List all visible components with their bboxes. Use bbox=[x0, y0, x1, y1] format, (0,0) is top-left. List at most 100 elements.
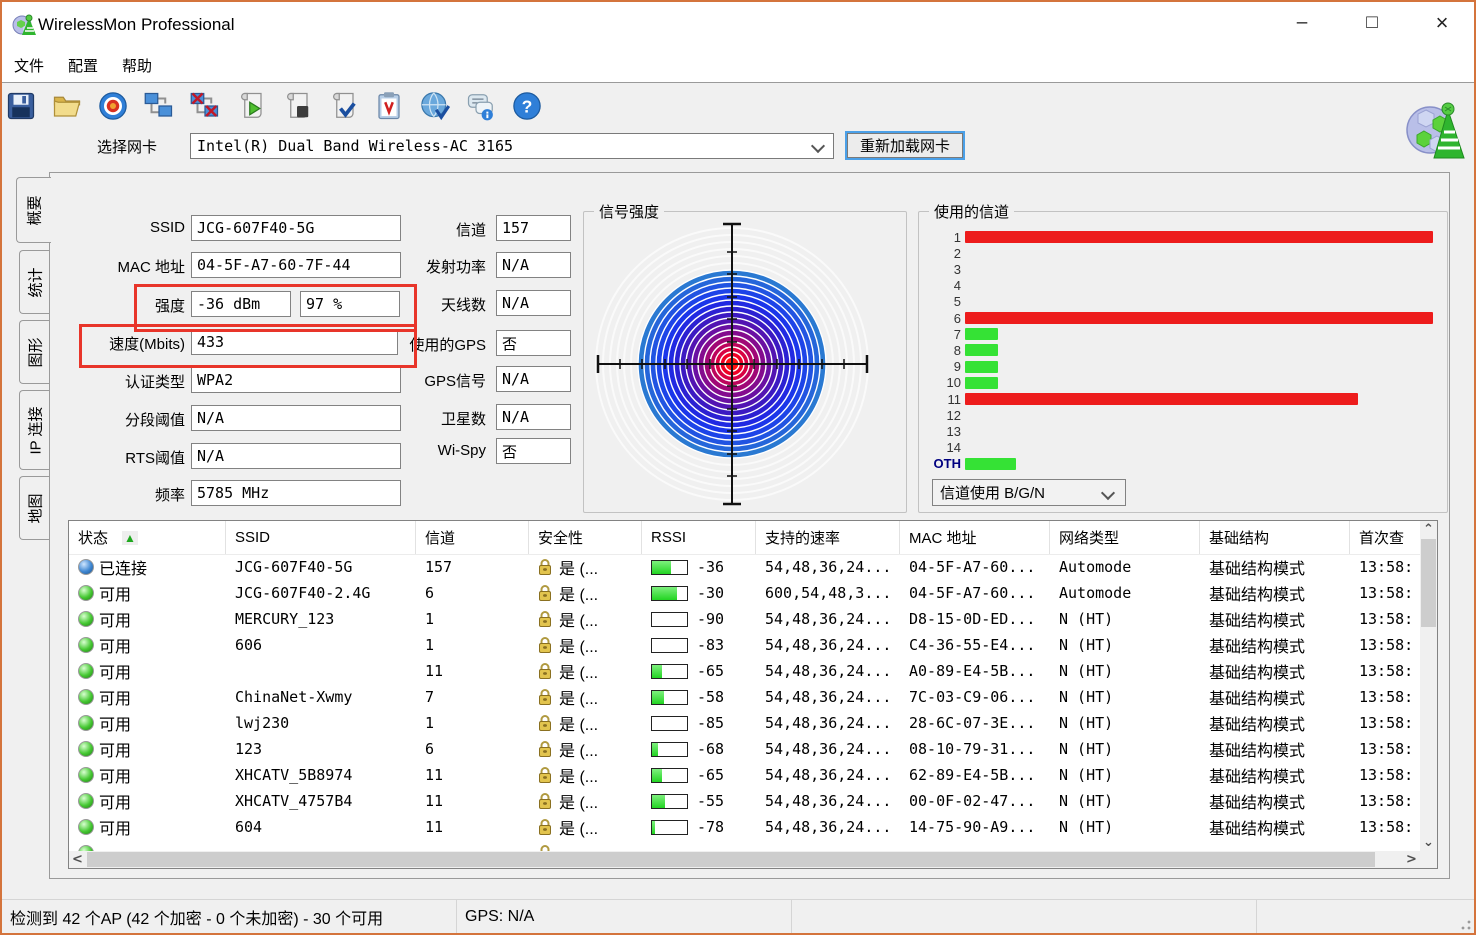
report-button[interactable] bbox=[372, 89, 406, 123]
infrastructure-cell: 基础结构模式 bbox=[1200, 581, 1350, 605]
feedback-button[interactable] bbox=[464, 89, 498, 123]
field-value[interactable]: N/A bbox=[496, 404, 571, 430]
help-button[interactable]: ? bbox=[510, 89, 544, 123]
scroll-down-icon[interactable]: ⌄ bbox=[1420, 834, 1437, 851]
column-header[interactable]: 状态▲ bbox=[69, 521, 226, 554]
horizontal-scroll-thumb[interactable] bbox=[87, 852, 1375, 867]
rssi-cell: -55 bbox=[642, 792, 756, 810]
maximize-button[interactable]: □ bbox=[1346, 2, 1398, 44]
mac-cell: 62-89-E4-5B... bbox=[900, 766, 1050, 784]
menu-config[interactable]: 配置 bbox=[56, 51, 110, 80]
adapter-value: Intel(R) Dual Band Wireless-AC 3165 bbox=[197, 137, 513, 155]
channel-row: 6 bbox=[925, 311, 1441, 325]
security-label: 是 (... bbox=[559, 581, 598, 605]
connect-button[interactable] bbox=[142, 89, 176, 123]
scroll-right-icon[interactable]: > bbox=[1403, 851, 1420, 868]
column-header[interactable]: 首次查 bbox=[1350, 521, 1430, 554]
table-row[interactable]: 可用JCG-607F40-2.4G6是 (...-30600,54,48,3..… bbox=[69, 580, 1420, 606]
menu-bar: 文件 配置 帮助 bbox=[2, 48, 1474, 83]
column-header[interactable]: RSSI bbox=[642, 521, 756, 554]
infrastructure-cell: 基础结构模式 bbox=[1200, 659, 1350, 683]
channel-label: 10 bbox=[925, 375, 965, 390]
column-header[interactable]: 信道 bbox=[416, 521, 529, 554]
table-row[interactable]: 可用1236是 (...-6854,48,36,24...08-10-79-31… bbox=[69, 736, 1420, 762]
tab-label: 地图 bbox=[25, 493, 46, 523]
rssi-bar bbox=[651, 586, 688, 601]
rssi-cell: -30 bbox=[642, 584, 756, 602]
rssi-bar bbox=[651, 690, 688, 705]
record-button[interactable] bbox=[96, 89, 130, 123]
tab-概要[interactable]: 概要 bbox=[16, 177, 51, 243]
stop-log-button[interactable] bbox=[280, 89, 314, 123]
help-icon: ? bbox=[512, 91, 542, 121]
status-available-icon bbox=[78, 689, 94, 705]
adapter-select[interactable]: Intel(R) Dual Band Wireless-AC 3165 bbox=[190, 133, 834, 159]
table-row[interactable]: 可用ChinaNet-Xwmy7是 (...-5854,48,36,24...7… bbox=[69, 684, 1420, 710]
table-row[interactable]: 已连接JCG-607F40-5G157是 (...-3654,48,36,24.… bbox=[69, 554, 1420, 580]
menu-help[interactable]: 帮助 bbox=[110, 51, 164, 80]
table-row[interactable]: 可用6061是 (...-8354,48,36,24...C4-36-55-E4… bbox=[69, 632, 1420, 658]
field-value[interactable]: N/A bbox=[496, 290, 571, 316]
horizontal-scrollbar[interactable]: < > bbox=[69, 851, 1420, 868]
table-row[interactable]: 可用11是 (...-6554,48,36,24...A0-89-E4-5B..… bbox=[69, 658, 1420, 684]
channel-label: 13 bbox=[925, 424, 965, 439]
scroll-up-icon[interactable]: ⌃ bbox=[1420, 521, 1437, 538]
scroll-left-icon[interactable]: < bbox=[69, 851, 86, 868]
vertical-scroll-thumb[interactable] bbox=[1421, 539, 1436, 627]
field-label: Wi-Spy bbox=[336, 442, 486, 459]
table-row[interactable]: 可用XHCATV_4757B411是 (...-5554,48,36,24...… bbox=[69, 788, 1420, 814]
start-log-button[interactable] bbox=[234, 89, 268, 123]
column-header[interactable]: MAC 地址 bbox=[900, 521, 1050, 554]
web-update-button[interactable] bbox=[418, 89, 452, 123]
vertical-scrollbar[interactable]: ⌃ ⌄ bbox=[1420, 521, 1437, 851]
column-header[interactable]: 网络类型 bbox=[1050, 521, 1200, 554]
ssid-cell: ChinaNet-Xwmy bbox=[226, 688, 416, 706]
table-row[interactable]: 可用lwj2301是 (...-8554,48,36,24...28-6C-07… bbox=[69, 710, 1420, 736]
rssi-bar bbox=[651, 638, 688, 653]
column-header[interactable]: SSID bbox=[226, 521, 416, 554]
disconnect-button[interactable] bbox=[188, 89, 222, 123]
column-header[interactable]: 安全性 bbox=[529, 521, 642, 554]
table-row[interactable] bbox=[69, 840, 1420, 851]
field-value[interactable]: 5785 MHz bbox=[191, 480, 401, 506]
net-type-cell: N (HT) bbox=[1050, 610, 1200, 628]
open-button[interactable] bbox=[50, 89, 84, 123]
net-type-cell: N (HT) bbox=[1050, 792, 1200, 810]
save-button[interactable] bbox=[4, 89, 38, 123]
channel-cell: 1 bbox=[416, 636, 529, 654]
wirelessmon-logo-icon bbox=[1404, 98, 1466, 167]
tab-ip-connections[interactable]: IP 连接 bbox=[19, 390, 51, 470]
table-row[interactable]: 可用MERCURY_1231是 (...-9054,48,36,24...D8-… bbox=[69, 606, 1420, 632]
tab-地图[interactable]: 地图 bbox=[19, 476, 51, 540]
field-value[interactable]: 157 bbox=[496, 215, 571, 241]
channel-row: 13 bbox=[925, 424, 1441, 438]
stop-log-icon bbox=[282, 91, 312, 121]
field-value[interactable]: 否 bbox=[496, 438, 571, 464]
tab-统计[interactable]: 统计 bbox=[19, 250, 51, 314]
reload-adapter-button[interactable]: 重新加载网卡 bbox=[845, 131, 965, 160]
menu-file[interactable]: 文件 bbox=[2, 51, 56, 80]
status-label: 可用 bbox=[99, 737, 131, 761]
resize-grip[interactable] bbox=[1461, 920, 1471, 930]
field-value[interactable]: 否 bbox=[496, 330, 571, 356]
rssi-value: -36 bbox=[697, 558, 724, 576]
infrastructure-cell: 基础结构模式 bbox=[1200, 607, 1350, 631]
column-header[interactable]: 基础结构 bbox=[1200, 521, 1350, 554]
rssi-bar bbox=[651, 794, 688, 809]
minimize-button[interactable]: – bbox=[1276, 2, 1328, 44]
tab-图形[interactable]: 图形 bbox=[19, 320, 51, 384]
close-button[interactable]: × bbox=[1416, 2, 1468, 44]
table-row[interactable]: 可用60411是 (...-7854,48,36,24...14-75-90-A… bbox=[69, 814, 1420, 840]
lock-icon bbox=[538, 585, 552, 602]
summary-page: SSIDJCG-607F40-5GMAC 地址04-5F-A7-60-7F-44… bbox=[49, 172, 1450, 879]
ssid-cell: 604 bbox=[226, 818, 416, 836]
verify-log-button[interactable] bbox=[326, 89, 360, 123]
column-header-label: 网络类型 bbox=[1059, 527, 1119, 548]
table-row[interactable]: 可用XHCATV_5B897411是 (...-6554,48,36,24...… bbox=[69, 762, 1420, 788]
channel-usage-select[interactable]: 信道使用 B/G/N bbox=[932, 479, 1126, 506]
field-value[interactable]: N/A bbox=[496, 366, 571, 392]
security-label: 是 (... bbox=[559, 607, 598, 631]
column-header[interactable]: 支持的速率 bbox=[756, 521, 900, 554]
channel-cell: 157 bbox=[416, 558, 529, 576]
field-value[interactable]: N/A bbox=[496, 252, 571, 278]
